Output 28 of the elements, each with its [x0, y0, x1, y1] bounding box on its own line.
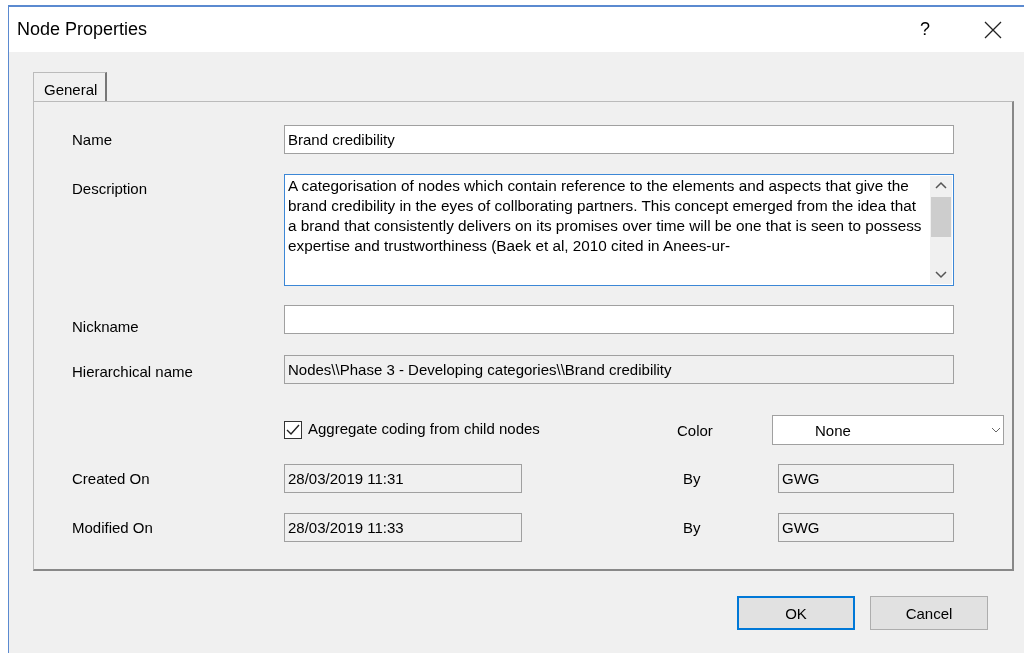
nickname-field[interactable]: [284, 305, 954, 334]
checkbox-label[interactable]: Aggregate coding from child nodes: [308, 419, 677, 437]
field-label: Color: [677, 421, 714, 439]
field-label: By: [683, 519, 702, 536]
close-icon[interactable]: [984, 20, 1002, 39]
date-field[interactable]: 28/03/2019 11:31: [284, 464, 522, 493]
user-field[interactable]: GWG: [778, 513, 954, 542]
date-field[interactable]: 28/03/2019 11:33: [284, 513, 522, 542]
field-label: Hierarchical name: [72, 362, 194, 380]
tab[interactable]: General: [33, 72, 108, 101]
field-label: Name: [72, 131, 113, 148]
scrollbar-thumb[interactable]: [931, 197, 951, 237]
chevron-down-icon: [991, 426, 1001, 434]
user-field[interactable]: GWG: [778, 464, 954, 493]
help-button[interactable]: ?: [914, 17, 936, 42]
field-label: Created On: [72, 470, 151, 487]
color-dropdown[interactable]: None: [772, 415, 1004, 445]
description-field[interactable]: A categorisation of nodes which contain reference to the elements and aspects that give the brand credibility in the eyes of collborating partners. This concept emerged from the idea that a brand that consistently delivers on its promises over time will be one that is seen to possess expertise and trustworthiness (Baek et al, 2010 cited in Anees-ur-: [284, 174, 954, 286]
hierarchical-name-field: Nodes\\Phase 3 - Developing categories\\Brand credibility: [284, 355, 954, 384]
ok-button[interactable]: OK: [737, 596, 855, 630]
field-label: Modified On: [72, 519, 154, 536]
checkbox[interactable]: [284, 421, 302, 439]
field-label: Nickname: [72, 317, 140, 335]
field-label: Description: [72, 179, 149, 197]
field-label: By: [683, 470, 702, 487]
cancel-button[interactable]: Cancel: [870, 596, 988, 630]
window-title: Node Properties: [17, 19, 149, 40]
name-field[interactable]: Brand credibility: [284, 125, 954, 154]
